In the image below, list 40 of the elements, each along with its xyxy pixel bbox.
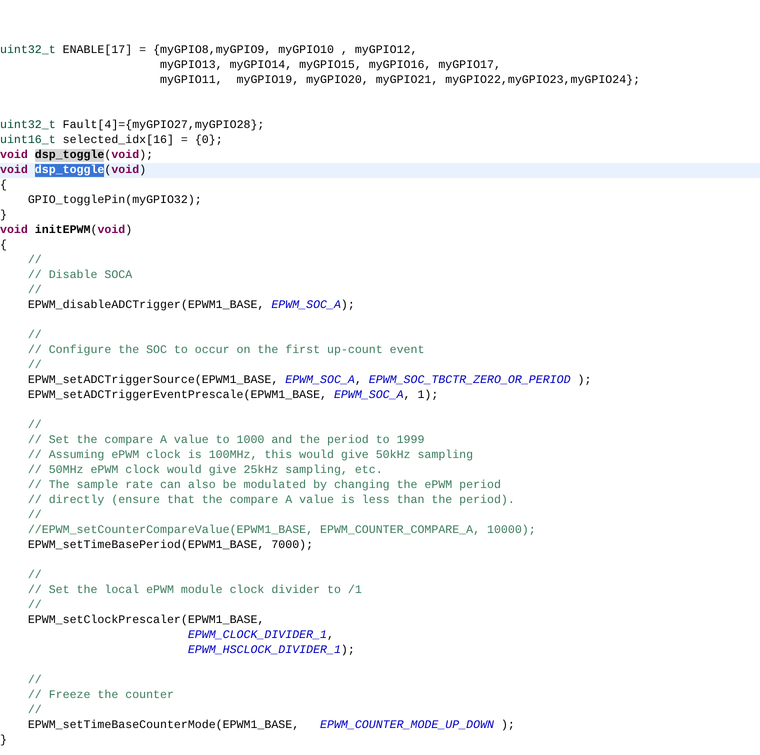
code-line: GPIO_togglePin(myGPIO32);	[26, 193, 203, 208]
code-line: // Assuming ePWM clock is 100MHz, this would give 50kHz sampling	[26, 448, 474, 463]
code-line: //	[26, 568, 43, 583]
code-line: //	[26, 673, 43, 688]
code-line: uint16_t selected_idx[16] = {0};	[0, 133, 224, 148]
code-line: // Configure the SOC to occur on the first up-count event	[26, 343, 426, 358]
code-line: //	[26, 283, 43, 298]
code-line: //	[26, 508, 43, 523]
code-line: EPWM_CLOCK_DIVIDER_1,	[186, 628, 335, 643]
code-line: //	[26, 328, 43, 343]
code-line: // Disable SOCA	[26, 268, 134, 283]
code-line: //EPWM_setCounterCompareValue(EPWM1_BASE, EPWM_COUNTER_COMPARE_A, 10000);	[26, 523, 537, 538]
code-line: EPWM_disableADCTrigger(EPWM1_BASE, EPWM_SOC_A);	[26, 298, 356, 313]
code-line: {	[0, 238, 8, 253]
code-line: myGPIO13, myGPIO14, myGPIO15, myGPIO16, myGPIO17,	[159, 58, 502, 73]
code-line: //	[26, 418, 43, 433]
code-line: // Freeze the counter	[26, 688, 175, 703]
code-line: //	[26, 703, 43, 718]
code-line: EPWM_setTimeBaseCounterMode(EPWM1_BASE, EPWM_COUNTER_MODE_UP_DOWN );	[26, 718, 516, 733]
code-line: //	[26, 253, 43, 268]
code-line: {	[0, 178, 8, 193]
code-line: EPWM_HSCLOCK_DIVIDER_1);	[186, 643, 356, 658]
code-line: uint32_t ENABLE[17] = {myGPIO8,myGPIO9, myGPIO10 , myGPIO12,	[0, 43, 418, 58]
code-line: // Set the local ePWM module clock divider to /1	[26, 583, 363, 598]
code-line: // directly (ensure that the compare A value is less than the period).	[26, 493, 516, 508]
code-line: EPWM_setClockPrescaler(EPWM1_BASE,	[26, 613, 266, 628]
code-line: // Set the compare A value to 1000 and the period to 1999	[26, 433, 426, 448]
code-line: }	[0, 208, 8, 223]
code-line: uint32_t Fault[4]={myGPIO27,myGPIO28};	[0, 118, 266, 133]
code-line: }	[0, 733, 8, 748]
code-line: //	[26, 358, 43, 373]
code-line: void dsp_toggle(void);	[0, 148, 154, 163]
code-line: // The sample rate can also be modulated by changing the ePWM period	[26, 478, 502, 493]
code-line: void initEPWM(void)	[0, 223, 134, 238]
code-line: EPWM_setADCTriggerEventPrescale(EPWM1_BASE, EPWM_SOC_A, 1);	[26, 388, 440, 403]
code-line: EPWM_setTimeBasePeriod(EPWM1_BASE, 7000);	[26, 538, 314, 553]
code-line: myGPIO11, myGPIO19, myGPIO20, myGPIO21, myGPIO22,myGPIO23,myGPIO24};	[159, 73, 642, 88]
code-line: // 50MHz ePWM clock would give 25kHz sampling, etc.	[26, 463, 384, 478]
code-line: //	[26, 598, 43, 613]
code-line: EPWM_setADCTriggerSource(EPWM1_BASE, EPWM_SOC_A, EPWM_SOC_TBCTR_ZERO_OR_PERIOD );	[26, 373, 592, 388]
